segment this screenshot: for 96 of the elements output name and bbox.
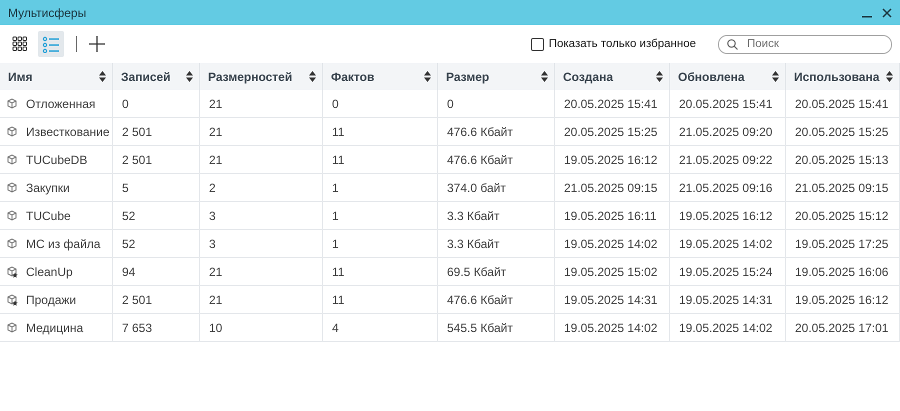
table-cell: 10	[209, 320, 222, 334]
table-cell: 1	[332, 180, 339, 194]
table-cell: 21.05.2025 09:15	[795, 180, 888, 194]
favorites-label: Показать только избранное	[548, 38, 696, 50]
column-header[interactable]: Размерностей	[208, 70, 292, 84]
table-cell: 1	[332, 208, 339, 222]
table-cell: 21	[209, 152, 222, 166]
search-field[interactable]: Поиск	[718, 34, 892, 54]
table-cell[interactable]: МС из файла	[26, 236, 100, 250]
table-cell[interactable]: CleanUp	[26, 264, 73, 278]
sort-icon[interactable]	[309, 71, 316, 82]
table-cell: 20.05.2025 15:41	[679, 96, 772, 110]
table-cell: 21	[209, 292, 222, 306]
list-icon	[41, 35, 61, 53]
plus-icon[interactable]	[89, 36, 105, 52]
table-cell: 21.05.2025 09:15	[564, 180, 658, 194]
table-cell: 11	[332, 152, 344, 166]
table-cell: 20.05.2025 15:12	[795, 208, 888, 222]
table-cell: 19.05.2025 16:06	[795, 264, 888, 278]
table-cell: 21	[209, 96, 222, 110]
table-cell: 19.05.2025 15:24	[679, 264, 772, 278]
table-cell: 52	[122, 208, 136, 222]
sort-icon[interactable]	[886, 71, 893, 82]
table-cell: 19.05.2025 14:31	[679, 292, 772, 306]
table-cell: 20.05.2025 15:41	[795, 96, 888, 110]
table-cell: 20.05.2025 15:13	[795, 152, 888, 166]
column-header[interactable]: Фактов	[331, 70, 374, 84]
table-cell: 19.05.2025 16:12	[679, 208, 772, 222]
table-cell: 19.05.2025 14:02	[564, 236, 658, 250]
table-cell: 19.05.2025 16:11	[564, 208, 657, 222]
column-header[interactable]: Размер	[446, 70, 490, 84]
table-cell: 21.05.2025 09:22	[679, 152, 772, 166]
table-cell: 3	[209, 236, 216, 250]
sort-icon[interactable]	[186, 71, 193, 82]
column-header[interactable]: Имя	[8, 70, 33, 84]
table-cell: 19.05.2025 14:02	[564, 320, 658, 334]
table-cell: 11	[332, 264, 344, 278]
table-cell: 20.05.2025 15:25	[564, 124, 658, 138]
table-cell: 21.05.2025 09:20	[679, 124, 772, 138]
sort-icon[interactable]	[424, 71, 431, 82]
table-cell: 476.6 Кбайт	[447, 152, 513, 166]
table-cell: 19.05.2025 14:02	[679, 236, 772, 250]
table-cell: 52	[122, 236, 136, 250]
table-cell[interactable]: TUCubeDB	[26, 152, 88, 166]
table-cell: 2	[209, 180, 216, 194]
table-cell: 19.05.2025 15:02	[564, 264, 658, 278]
table-cell[interactable]: Отложенная	[26, 96, 96, 110]
sort-icon[interactable]	[656, 71, 663, 82]
table-cell: 19.05.2025 16:12	[564, 152, 658, 166]
table-cell: 20.05.2025 15:41	[564, 96, 658, 110]
table-cell: 7 653	[122, 320, 152, 334]
table-cell: 20.05.2025 15:25	[795, 124, 888, 138]
table-cell: 0	[122, 96, 129, 110]
table-cell: 545.5 Кбайт	[447, 320, 513, 334]
table-cell: 19.05.2025 16:12	[795, 292, 888, 306]
table-cell: 476.6 Кбайт	[447, 124, 513, 138]
table-cell: 5	[122, 180, 129, 194]
table-cell: 21	[209, 264, 222, 278]
sort-icon[interactable]	[772, 71, 779, 82]
table-cell: 4	[332, 320, 339, 334]
table-cell: 21.05.2025 09:16	[679, 180, 772, 194]
favorites-checkbox[interactable]	[530, 38, 544, 50]
table-cell: 1	[332, 236, 339, 250]
table-cell[interactable]: Закупки	[26, 180, 70, 194]
column-header[interactable]: Обновлена	[678, 70, 745, 84]
table-cell: 3.3 Кбайт	[447, 208, 500, 222]
table-cell: 69.5 Кбайт	[447, 264, 506, 278]
table-cell[interactable]: Медицина	[26, 320, 84, 334]
table-cell: 476.6 Кбайт	[447, 292, 513, 306]
table-cell: 3	[209, 208, 216, 222]
table-cell: 3.3 Кбайт	[447, 236, 500, 250]
table-cell: 19.05.2025 14:02	[679, 320, 772, 334]
column-header[interactable]: Записей	[121, 70, 171, 84]
table-cell: 11	[332, 292, 344, 306]
table-cell: 19.05.2025 14:31	[564, 292, 658, 306]
column-header[interactable]: Создана	[563, 70, 614, 84]
search-icon	[727, 38, 738, 50]
table-cell: 19.05.2025 17:25	[795, 236, 888, 250]
window-title: Мультисферы	[8, 6, 88, 20]
column-header[interactable]: Использована	[794, 70, 880, 84]
table-cell: 11	[332, 124, 344, 138]
table-cell[interactable]: Продажи	[26, 292, 76, 306]
sort-icon[interactable]	[99, 71, 106, 82]
table-cell: 2 501	[122, 124, 152, 138]
table-cell: 2 501	[122, 292, 152, 306]
table-cell: 374.0 байт	[447, 180, 506, 194]
table-cell: 20.05.2025 17:01	[795, 320, 888, 334]
table-cell: 21	[209, 124, 222, 138]
table-cell: 94	[122, 264, 136, 278]
table-cell: 2 501	[122, 152, 152, 166]
table-cell: 0	[332, 96, 339, 110]
close-icon[interactable]	[882, 8, 892, 18]
sort-icon[interactable]	[541, 71, 548, 82]
table-cell: 0	[447, 96, 454, 110]
table-cell[interactable]: TUCube	[26, 208, 71, 222]
table-cell[interactable]: Известкование	[26, 124, 110, 138]
